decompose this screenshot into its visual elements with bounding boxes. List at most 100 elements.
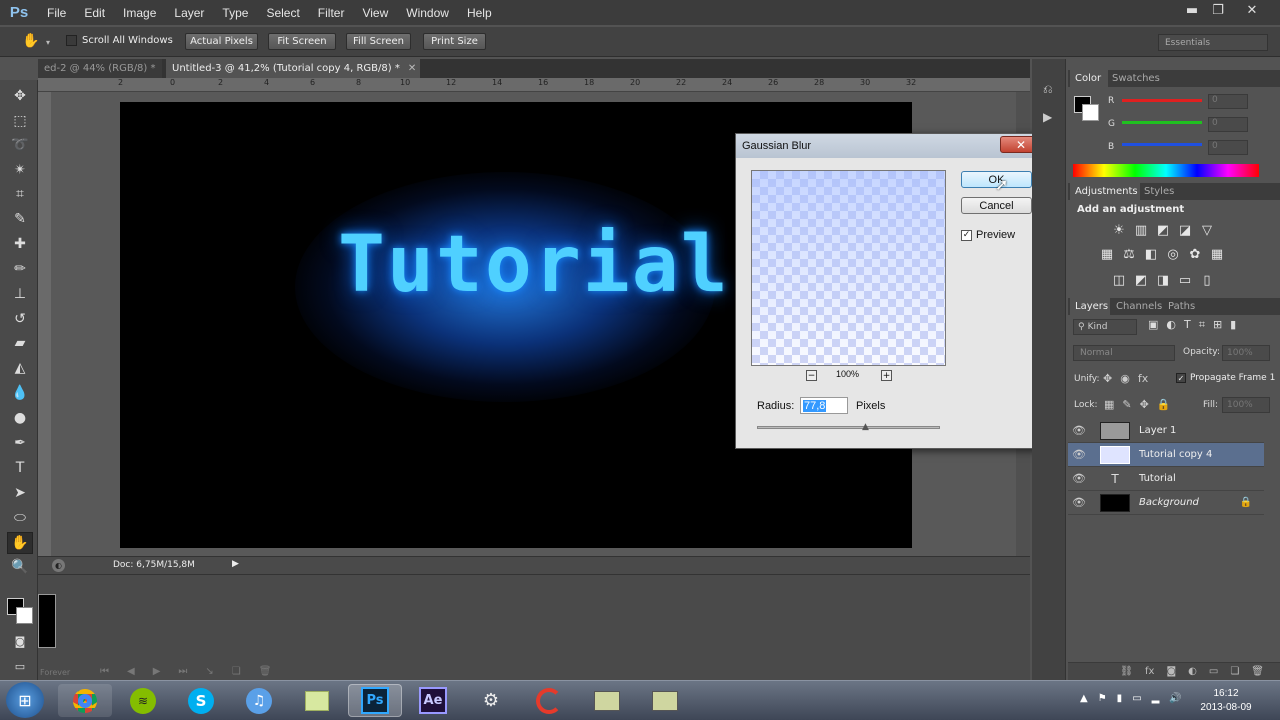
magic-wand-icon[interactable]: ✴ — [7, 159, 33, 181]
menu-image[interactable]: Image — [114, 6, 165, 20]
menu-help[interactable]: Help — [458, 6, 501, 20]
bg-color-icon[interactable] — [1082, 104, 1099, 121]
scroll-all-checkbox[interactable]: Scroll All Windows — [66, 35, 173, 46]
radius-slider[interactable] — [757, 426, 940, 429]
blur-preview[interactable] — [751, 170, 946, 366]
tab-channels[interactable]: Channels — [1116, 298, 1162, 315]
blur-tool-icon[interactable]: 💧 — [7, 382, 33, 404]
background-color-swatch[interactable] — [16, 607, 33, 624]
minimize-icon[interactable]: ▬ — [1178, 0, 1206, 20]
adjustment-layer-icon[interactable]: ◐ — [1188, 666, 1197, 677]
shape-filter-icon[interactable]: ⌗ — [1199, 318, 1205, 332]
restore-icon[interactable]: ❐ — [1204, 0, 1232, 20]
zoom-tool-icon[interactable]: 🔍 — [7, 556, 33, 578]
type-filter-icon[interactable]: T — [1184, 318, 1191, 332]
kind-filter[interactable]: ⚲ Kind — [1073, 319, 1137, 335]
selective-color-icon[interactable]: ▯ — [1198, 271, 1216, 289]
photo-filter-icon[interactable]: ◎ — [1164, 245, 1182, 263]
close-icon[interactable]: ✕ — [1238, 0, 1266, 20]
play-icon[interactable]: ▶ — [153, 666, 161, 677]
brightness-icon[interactable]: ☀ — [1110, 221, 1128, 239]
print-size-button[interactable]: Print Size — [423, 33, 486, 50]
trash-icon[interactable]: 🗑 — [1251, 666, 1264, 677]
blend-mode-select[interactable]: Normal — [1073, 345, 1175, 361]
green-value[interactable]: 0 — [1208, 117, 1248, 132]
history-icon[interactable]: ⎌ — [1043, 82, 1053, 97]
hand-tool-icon[interactable]: ✋ — [22, 33, 42, 51]
pen-tool-icon[interactable]: ✒ — [7, 432, 33, 454]
lock-all-icon[interactable]: 🔒 — [1157, 398, 1171, 411]
filter-toggle-icon[interactable]: ▮ — [1230, 318, 1236, 332]
color-spectrum[interactable] — [1073, 164, 1259, 177]
screen-recorder-icon[interactable] — [638, 684, 692, 717]
tab-paths[interactable]: Paths — [1168, 298, 1195, 315]
layer-row[interactable]: 👁 T Tutorial — [1068, 467, 1264, 491]
skype-icon[interactable]: S — [174, 684, 228, 717]
crop-tool-icon[interactable]: ⌗ — [7, 183, 33, 205]
blue-slider[interactable] — [1122, 143, 1202, 146]
mask-icon[interactable]: ◙ — [1166, 666, 1176, 677]
zoom-in-icon[interactable]: + — [881, 370, 892, 381]
curves-icon[interactable]: ◩ — [1154, 221, 1172, 239]
tab-layers[interactable]: Layers — [1070, 298, 1110, 315]
frame-thumbnail[interactable] — [38, 594, 56, 648]
checkbox-icon[interactable] — [66, 35, 77, 46]
lock-position-icon[interactable]: ✥ — [1140, 398, 1149, 411]
lock-pixels-icon[interactable]: ✎ — [1122, 398, 1131, 411]
healing-brush-icon[interactable]: ✚ — [7, 233, 33, 255]
path-select-icon[interactable]: ➤ — [7, 482, 33, 504]
stamp-tool-icon[interactable]: ⊥ — [7, 283, 33, 305]
adjustment-filter-icon[interactable]: ◐ — [1166, 318, 1176, 332]
fit-screen-button[interactable]: Fit Screen — [268, 33, 336, 50]
fill-input[interactable]: 100% — [1222, 397, 1270, 413]
exposure-icon[interactable]: ◪ — [1176, 221, 1194, 239]
menu-select[interactable]: Select — [257, 6, 308, 20]
eyedropper-icon[interactable]: ✎ — [7, 208, 33, 230]
pixel-filter-icon[interactable]: ▣ — [1148, 318, 1158, 332]
monitor-icon[interactable]: ▭ — [1132, 693, 1141, 704]
history-brush-icon[interactable]: ↺ — [7, 308, 33, 330]
move-tool-icon[interactable]: ✥ — [7, 85, 33, 107]
unify-style-icon[interactable]: fx — [1138, 372, 1148, 385]
chevron-up-icon[interactable]: ▲ — [1080, 693, 1088, 704]
radius-input[interactable]: 77,8 — [800, 397, 848, 414]
preview-checkbox[interactable]: ✓ Preview — [961, 229, 1015, 241]
layer-row-selected[interactable]: 👁 Tutorial copy 4 — [1068, 443, 1264, 467]
brush-tool-icon[interactable]: ✏ — [7, 258, 33, 280]
layer-row[interactable]: 👁 Layer 1 — [1068, 419, 1264, 443]
close-icon[interactable]: ✕ — [408, 63, 416, 74]
color-lookup-icon[interactable]: ▦ — [1208, 245, 1226, 263]
flag-icon[interactable]: ⚑ — [1098, 693, 1107, 704]
layer-row[interactable]: 👁 Background 🔒 — [1068, 491, 1264, 515]
spotify-icon[interactable]: ≋ — [116, 684, 170, 717]
hue-saturation-icon[interactable]: ▦ — [1098, 245, 1116, 263]
actions-play-icon[interactable]: ▶ — [1043, 110, 1052, 124]
threshold-icon[interactable]: ◨ — [1154, 271, 1172, 289]
gradient-map-icon[interactable]: ▭ — [1176, 271, 1194, 289]
red-value[interactable]: 0 — [1208, 94, 1248, 109]
signal-icon[interactable]: ▂ — [1152, 693, 1160, 704]
sticky-notes-icon[interactable] — [290, 684, 344, 717]
tab-adjustments[interactable]: Adjustments — [1070, 183, 1140, 200]
type-tool-icon[interactable]: T — [7, 457, 33, 479]
chrome-icon[interactable] — [58, 684, 112, 717]
lock-transparency-icon[interactable]: ▦ — [1104, 398, 1114, 411]
red-slider[interactable] — [1122, 99, 1202, 102]
eye-icon[interactable]: 👁 — [1068, 496, 1090, 509]
menu-filter[interactable]: Filter — [309, 6, 354, 20]
eye-icon[interactable]: 👁 — [1068, 448, 1090, 461]
loop-label[interactable]: Forever — [40, 668, 70, 677]
menu-window[interactable]: Window — [397, 6, 458, 20]
actual-pixels-button[interactable]: Actual Pixels — [185, 33, 258, 50]
itunes-icon[interactable]: ♫ — [232, 684, 286, 717]
color-balance-icon[interactable]: ⚖ — [1120, 245, 1138, 263]
menu-view[interactable]: View — [353, 6, 397, 20]
fx-icon[interactable]: fx — [1145, 666, 1154, 677]
tab-document-2[interactable]: ed-2 @ 44% (RGB/8) * — [38, 59, 162, 78]
tab-color[interactable]: Color — [1070, 70, 1108, 87]
checkmark-icon[interactable]: ✓ — [961, 229, 972, 241]
tab-document-3[interactable]: Untitled-3 @ 41,2% (Tutorial copy 4, RGB… — [166, 59, 420, 78]
group-icon[interactable]: ▭ — [1209, 666, 1218, 677]
play-icon[interactable]: ▶ — [232, 559, 239, 569]
marquee-tool-icon[interactable]: ⬚ — [7, 110, 33, 132]
